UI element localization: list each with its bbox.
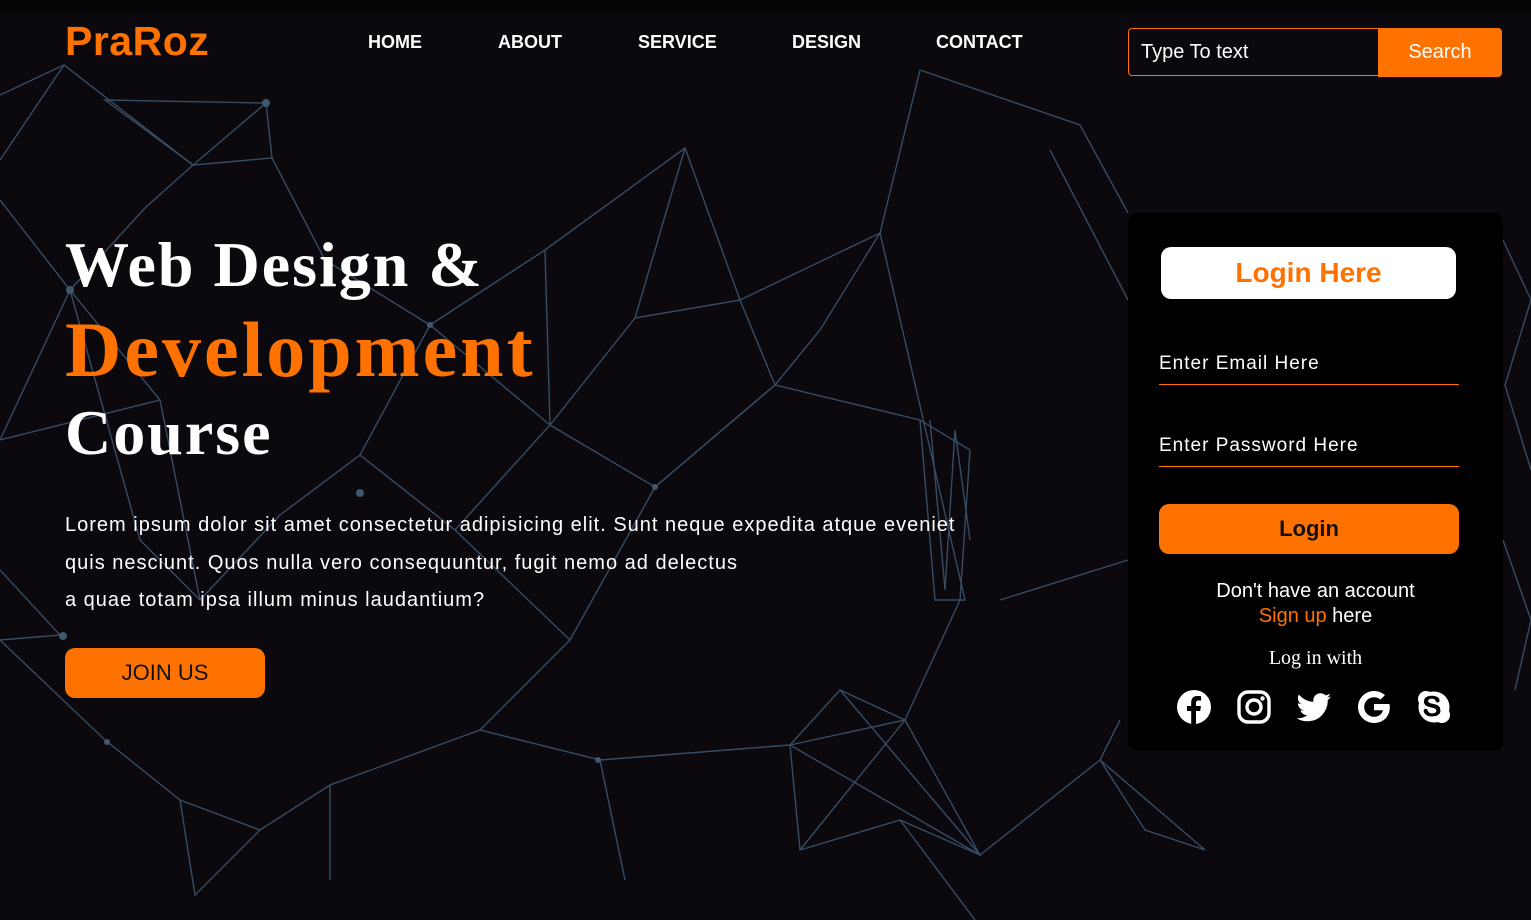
password-field[interactable] <box>1159 426 1459 467</box>
facebook-icon[interactable] <box>1176 689 1212 725</box>
signup-line: Sign up here <box>1128 604 1503 629</box>
nav-item-contact[interactable]: CONTACT <box>936 32 1023 53</box>
hero-title-line2: Development <box>65 306 536 393</box>
skype-icon[interactable] <box>1416 689 1452 725</box>
signup-prompt: Don't have an account Sign up here <box>1128 579 1503 629</box>
login-button[interactable]: Login <box>1159 504 1459 554</box>
nav-item-about[interactable]: ABOUT <box>498 32 562 53</box>
nav-item-design[interactable]: DESIGN <box>792 32 861 53</box>
instagram-icon[interactable] <box>1236 689 1272 725</box>
twitter-icon[interactable] <box>1296 689 1332 725</box>
brand-logo[interactable]: PraRoz <box>65 18 209 65</box>
signup-link[interactable]: Sign up <box>1259 605 1327 627</box>
login-with-label: Log in with <box>1268 647 1363 669</box>
hero-paragraph-line: a quae totam ipsa illum minus laudantium… <box>65 589 486 611</box>
hero-paragraph-line: Lorem ipsum dolor sit amet consectetur a… <box>65 514 956 536</box>
hero-paragraph: Lorem ipsum dolor sit amet consectetur a… <box>65 507 1025 620</box>
search-input[interactable] <box>1128 28 1378 76</box>
login-title: Login Here <box>1161 247 1456 299</box>
social-login-icons <box>1176 689 1456 729</box>
signup-suffix: here <box>1326 605 1373 627</box>
hero-title-line1: Web Design & <box>65 229 484 300</box>
hero-title-line3: Course <box>65 397 273 468</box>
search-button[interactable]: Search <box>1378 28 1502 77</box>
email-field[interactable] <box>1159 344 1459 385</box>
hero-paragraph-line: quis nesciunt. Quos nulla vero consequun… <box>65 551 738 574</box>
top-strip <box>0 0 1531 12</box>
login-card: Login Here Login Don't have an account S… <box>1128 213 1503 751</box>
nav-item-service[interactable]: SERVICE <box>638 32 717 53</box>
google-icon[interactable] <box>1356 689 1392 725</box>
no-account-text: Don't have an account <box>1216 580 1415 602</box>
nav-item-home[interactable]: HOME <box>368 32 422 53</box>
search-bar: Search <box>1128 28 1502 78</box>
join-us-button[interactable]: JOIN US <box>65 648 265 698</box>
